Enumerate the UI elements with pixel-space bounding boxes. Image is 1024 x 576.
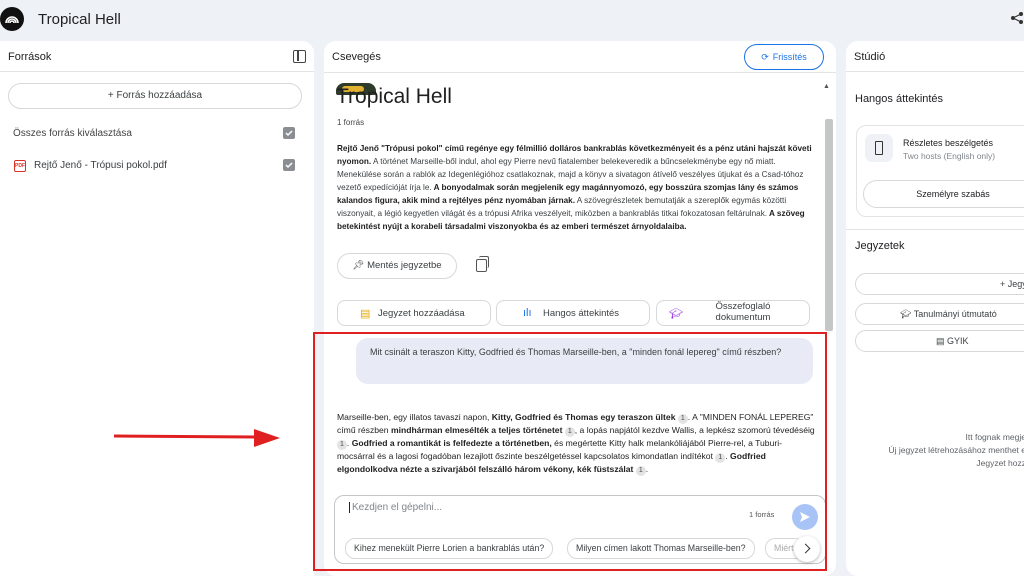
refresh-label: Frissítés bbox=[772, 52, 807, 62]
collapse-panel-icon[interactable] bbox=[293, 50, 306, 63]
annotation-arrow-icon bbox=[114, 429, 280, 447]
add-note-button[interactable]: ▤ Jegyzet hozzáadása bbox=[337, 300, 491, 326]
top-bar: Tropical Hell bbox=[0, 0, 1024, 40]
studio-panel: Stúdió Hangos áttekintés Részletes beszé… bbox=[846, 41, 1024, 576]
notebooklm-logo-icon[interactable] bbox=[0, 7, 24, 31]
audio-overview-title: Hangos áttekintés bbox=[855, 93, 944, 105]
briefing-doc-button[interactable]: 🎓︎ Összefoglaló dokumentum bbox=[656, 300, 810, 326]
divider bbox=[846, 229, 1024, 230]
select-all-label: Összes forrás kiválasztása bbox=[13, 128, 132, 139]
faq-label: GYIK bbox=[947, 336, 969, 346]
briefing-doc-label: Összefoglaló dokumentum bbox=[715, 301, 771, 323]
scroll-up-icon[interactable]: ▲ bbox=[823, 83, 830, 90]
audio-card-title: Részletes beszélgetés bbox=[903, 138, 994, 148]
add-source-label: Forrás hozzáadása bbox=[116, 90, 203, 101]
studio-header: Stúdió bbox=[846, 41, 1024, 72]
annotation-highlight-box bbox=[313, 332, 827, 571]
empty-notes-line-2: Új jegyzet létrehozásához menthet e bbox=[888, 445, 1024, 455]
notes-title: Jegyzetek bbox=[855, 240, 905, 252]
study-guide-button[interactable]: 🎓︎ Tanulmányi útmutató bbox=[855, 303, 1024, 325]
pin-icon: 📌︎ bbox=[352, 260, 365, 271]
faq-button[interactable]: ▤ GYIK bbox=[855, 330, 1024, 352]
share-icon[interactable] bbox=[1010, 11, 1024, 27]
refresh-icon: ⟳ bbox=[761, 52, 769, 62]
empty-notes-line-3: Jegyzet hozz bbox=[976, 458, 1024, 468]
audio-overview-button[interactable]: ılı Hangos áttekintés bbox=[496, 300, 650, 326]
audio-overview-label: Hangos áttekintés bbox=[543, 308, 620, 319]
plus-icon: + bbox=[1000, 279, 1008, 289]
waveform-icon: ılı bbox=[523, 307, 532, 319]
faq-icon: ▤ bbox=[936, 336, 948, 346]
save-note-label: Mentés jegyzetbe bbox=[367, 260, 442, 271]
customize-button[interactable]: Személyre szabás bbox=[863, 180, 1024, 208]
add-note-button[interactable]: + Jegy bbox=[855, 273, 1024, 295]
sources-title: Források bbox=[8, 51, 52, 63]
note-icon: ▤ bbox=[360, 308, 371, 320]
audio-overview-card: Részletes beszélgetés Two hosts (English… bbox=[856, 125, 1024, 217]
select-all-checkbox[interactable] bbox=[283, 127, 295, 139]
studio-title: Stúdió bbox=[854, 51, 886, 63]
add-note-label: Jegy bbox=[1007, 279, 1024, 289]
plus-icon: + bbox=[107, 90, 114, 101]
sources-header: Források bbox=[0, 41, 314, 72]
copy-icon[interactable] bbox=[476, 256, 489, 272]
speaker-icon bbox=[865, 134, 893, 162]
notebook-source-count: 1 forrás bbox=[337, 118, 365, 127]
add-source-button[interactable]: + Forrás hozzáadása bbox=[8, 83, 302, 109]
source-checkbox[interactable] bbox=[283, 159, 295, 171]
notebook-title: Tropical Hell bbox=[336, 85, 452, 108]
empty-notes-message: Itt fognak megje Új jegyzet létrehozásáh… bbox=[846, 431, 1024, 470]
sources-panel: Források + Forrás hozzáadása Összes forr… bbox=[0, 41, 314, 576]
notebook-summary: Rejtő Jenő "Trópusi pokol" című regénye … bbox=[337, 142, 815, 233]
save-to-note-button[interactable]: 📌︎ Mentés jegyzetbe bbox=[337, 253, 457, 279]
source-item-label[interactable]: Rejtő Jenő - Trópusi pokol.pdf bbox=[34, 160, 167, 171]
mortarboard-icon: 🎓︎ bbox=[669, 308, 683, 320]
notebook-title-header[interactable]: Tropical Hell bbox=[38, 11, 121, 28]
mortarboard-icon: 🎓︎ bbox=[900, 309, 914, 319]
add-note-label: Jegyzet hozzáadása bbox=[378, 308, 465, 319]
chat-header: Csevegés ⟳ Frissítés bbox=[324, 41, 836, 73]
pdf-icon: PDF bbox=[14, 160, 26, 172]
audio-card-subtitle: Two hosts (English only) bbox=[903, 151, 996, 161]
empty-notes-line-1: Itt fognak megje bbox=[965, 432, 1024, 442]
refresh-button[interactable]: ⟳ Frissítés bbox=[744, 44, 824, 70]
study-guide-label: Tanulmányi útmutató bbox=[913, 309, 997, 319]
scrollbar-thumb[interactable] bbox=[825, 119, 833, 331]
chat-title: Csevegés bbox=[332, 51, 381, 63]
